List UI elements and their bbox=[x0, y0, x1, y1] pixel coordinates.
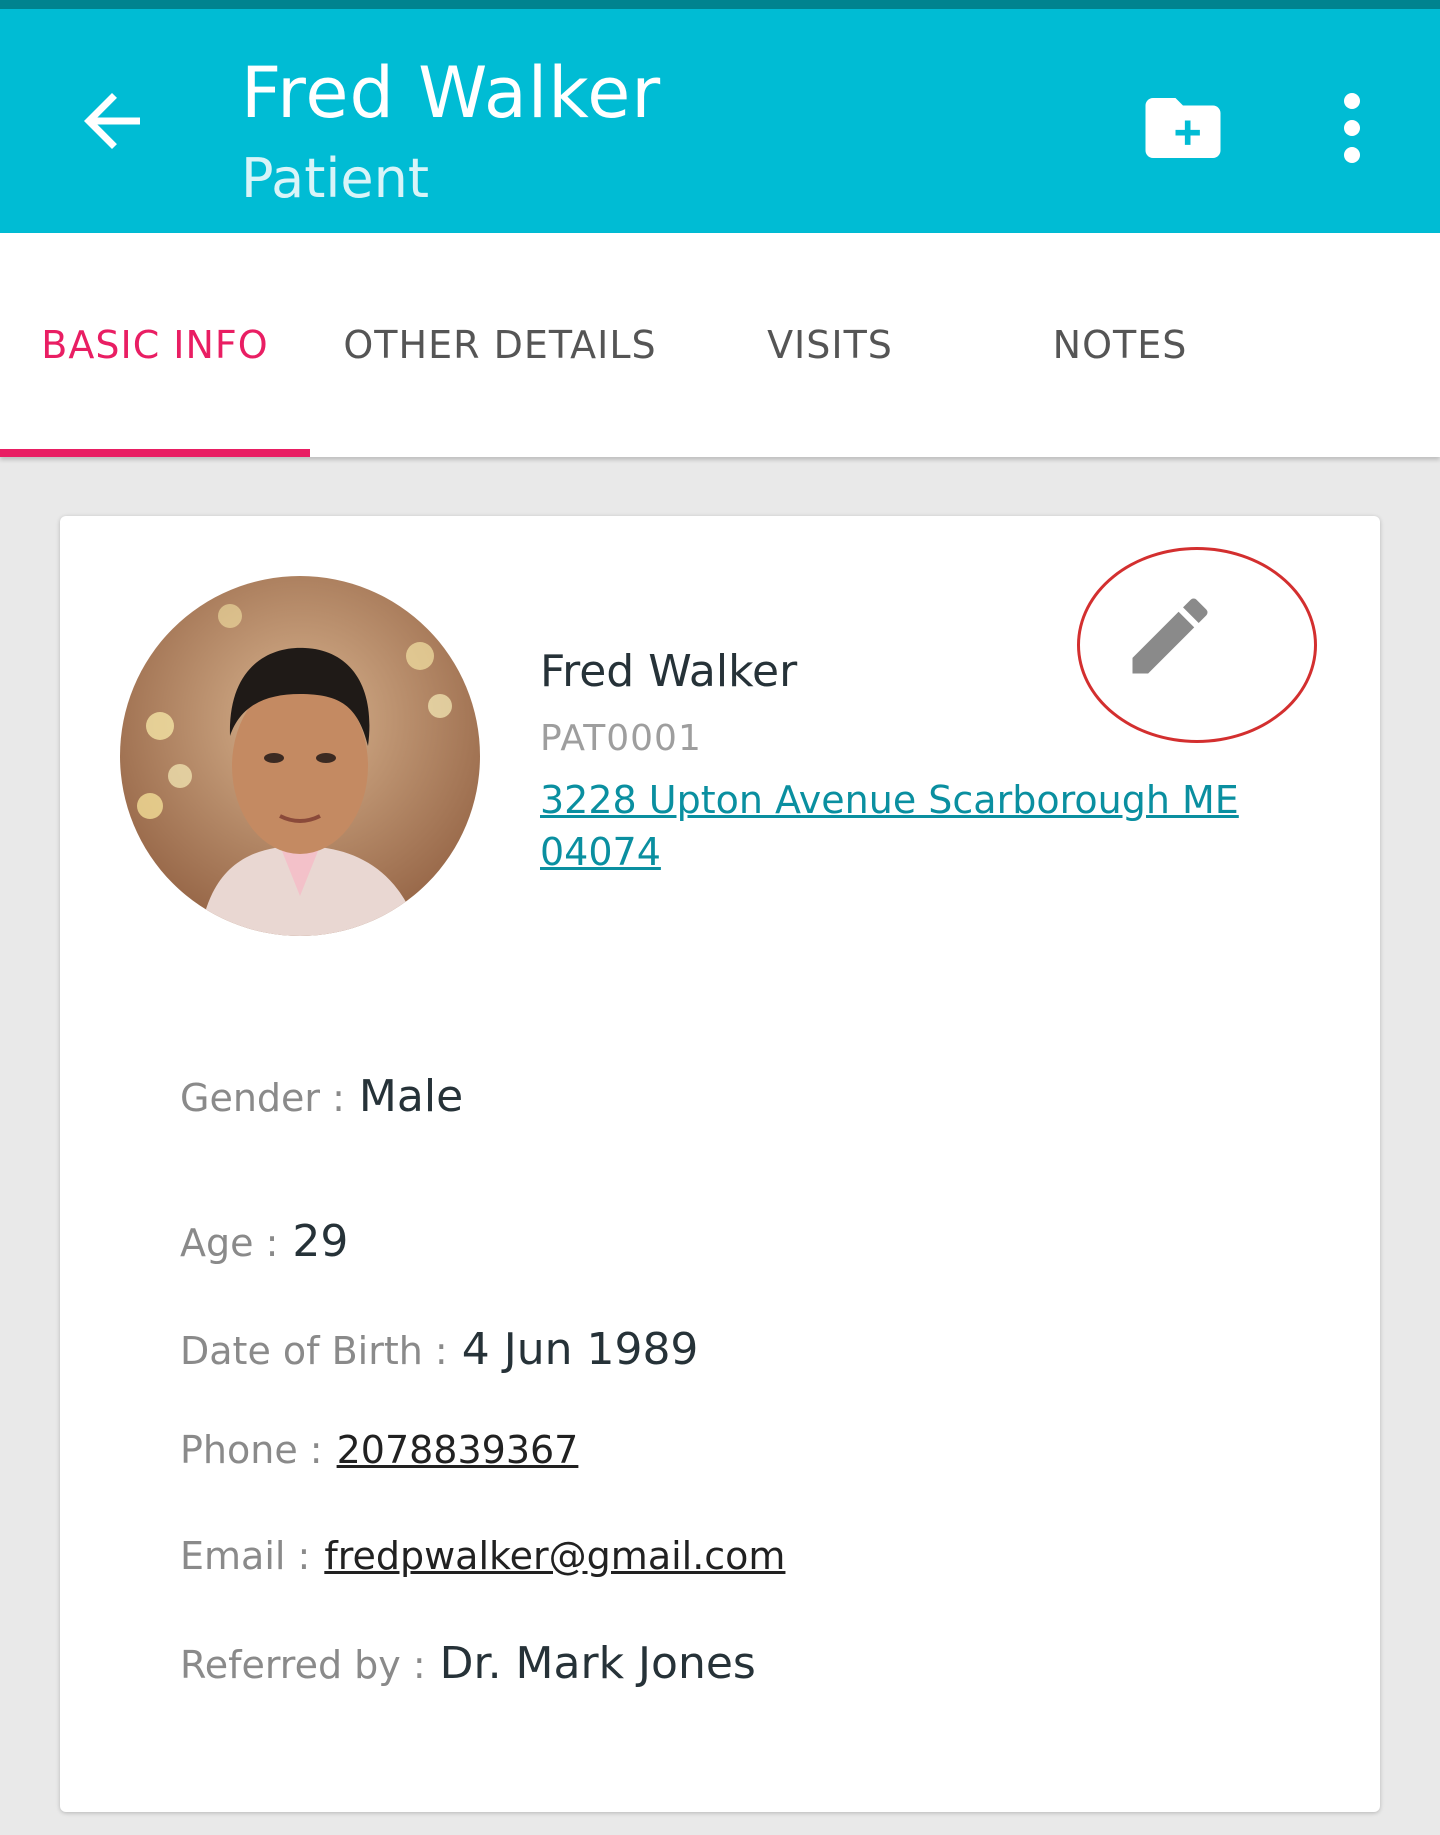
patient-card: Fred Walker PAT0001 3228 Upton Avenue Sc… bbox=[60, 516, 1380, 1812]
email-link[interactable]: fredpwalker@gmail.com bbox=[324, 1534, 785, 1578]
pencil-icon bbox=[1132, 598, 1208, 674]
add-folder-button[interactable] bbox=[1138, 83, 1228, 173]
active-tab-indicator bbox=[0, 449, 310, 457]
patient-address-link[interactable]: 3228 Upton Avenue Scarborough ME 04074 bbox=[540, 774, 1300, 878]
referred-label: Referred by : bbox=[180, 1643, 426, 1687]
page-subtitle: Patient bbox=[241, 147, 430, 210]
app-bar: Fred Walker Patient bbox=[0, 9, 1440, 233]
status-bar-strip bbox=[0, 0, 1440, 9]
more-vert-icon bbox=[1344, 93, 1360, 163]
tab-other-details[interactable]: OTHER DETAILS bbox=[330, 233, 670, 457]
patient-name: Fred Walker bbox=[540, 646, 798, 697]
age-value: 29 bbox=[292, 1216, 349, 1267]
age-row: Age : 29 bbox=[180, 1216, 348, 1267]
phone-label: Phone : bbox=[180, 1428, 323, 1472]
back-button[interactable] bbox=[70, 79, 154, 163]
tab-visits[interactable]: VISITS bbox=[700, 233, 960, 457]
dob-row: Date of Birth : 4 Jun 1989 bbox=[180, 1324, 698, 1375]
dob-value: 4 Jun 1989 bbox=[461, 1324, 699, 1375]
gender-value: Male bbox=[358, 1071, 464, 1122]
create-new-folder-icon bbox=[1145, 98, 1221, 158]
gender-label: Gender : bbox=[180, 1076, 345, 1120]
avatar bbox=[120, 576, 480, 936]
referred-value: Dr. Mark Jones bbox=[439, 1638, 756, 1689]
phone-row: Phone : 2078839367 bbox=[180, 1428, 578, 1472]
phone-link[interactable]: 2078839367 bbox=[337, 1428, 579, 1472]
tab-notes[interactable]: NOTES bbox=[990, 233, 1250, 457]
email-row: Email : fredpwalker@gmail.com bbox=[180, 1534, 785, 1578]
patient-id: PAT0001 bbox=[540, 718, 702, 759]
age-label: Age : bbox=[180, 1221, 279, 1265]
page-title: Fred Walker bbox=[241, 52, 662, 134]
tab-bar: BASIC INFO OTHER DETAILS VISITS NOTES bbox=[0, 233, 1440, 457]
tab-basic-info[interactable]: BASIC INFO bbox=[0, 233, 310, 457]
arrow-back-icon bbox=[84, 93, 140, 149]
email-label: Email : bbox=[180, 1534, 311, 1578]
more-options-button[interactable] bbox=[1326, 83, 1378, 173]
edit-button[interactable] bbox=[1120, 586, 1220, 686]
title-block: Fred Walker Patient bbox=[241, 45, 661, 217]
gender-row: Gender : Male bbox=[180, 1071, 463, 1122]
dob-label: Date of Birth : bbox=[180, 1329, 448, 1373]
referred-row: Referred by : Dr. Mark Jones bbox=[180, 1638, 756, 1689]
